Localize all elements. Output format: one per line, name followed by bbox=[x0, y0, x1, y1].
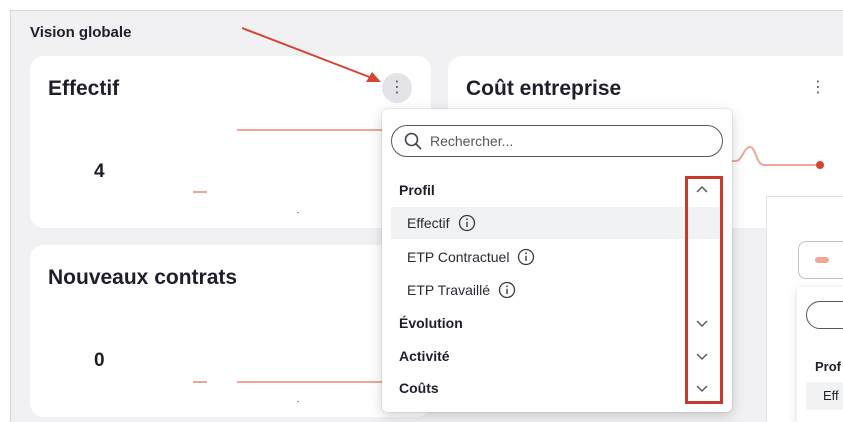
group-label: Coûts bbox=[399, 380, 439, 396]
effectif-value: 4 bbox=[94, 161, 105, 182]
effectif-trend-dash bbox=[193, 191, 207, 193]
info-icon[interactable] bbox=[458, 214, 476, 232]
group-profil[interactable]: Profil bbox=[391, 174, 723, 206]
section-title: Vision globale bbox=[30, 24, 132, 41]
chevron-down-icon bbox=[696, 320, 708, 327]
effectif-kebab-button[interactable]: ⋮ bbox=[382, 73, 412, 103]
menu-item-etp-travaille[interactable]: ETP Travaillé bbox=[391, 274, 723, 306]
group-couts[interactable]: Coûts bbox=[391, 372, 723, 404]
background-chip-button[interactable] bbox=[798, 241, 843, 279]
chevron-down-icon bbox=[696, 353, 708, 360]
info-icon[interactable] bbox=[517, 248, 535, 266]
legend-swatch bbox=[815, 257, 829, 263]
cout-card-title: Coût entreprise bbox=[466, 77, 622, 100]
search-input[interactable] bbox=[430, 133, 710, 149]
info-icon[interactable] bbox=[498, 281, 516, 299]
menu-item-label: ETP Contractuel bbox=[407, 249, 510, 265]
menu-item-effectif[interactable]: Effectif bbox=[391, 207, 723, 239]
dropdown-search bbox=[391, 125, 723, 157]
group-activite[interactable]: Activité bbox=[391, 340, 723, 372]
effectif-card-title: Effectif bbox=[48, 77, 120, 100]
nouveaux-trend-dash bbox=[193, 381, 207, 383]
group-label: Profil bbox=[399, 182, 435, 198]
cout-trend-line bbox=[732, 145, 824, 169]
chevron-up-icon bbox=[696, 186, 708, 193]
kebab-icon: ⋮ bbox=[810, 79, 826, 96]
background-group-label: Prof bbox=[815, 359, 841, 374]
nouveaux-card: Nouveaux contrats 0 bbox=[30, 245, 431, 417]
background-dropdown: Prof Eff bbox=[797, 287, 843, 422]
chevron-down-icon bbox=[696, 385, 708, 392]
menu-item-etp-contractuel[interactable]: ETP Contractuel bbox=[391, 241, 723, 273]
kebab-icon: ⋮ bbox=[389, 79, 405, 96]
menu-item-label: ETP Travaillé bbox=[407, 282, 490, 298]
menu-item-label: Effectif bbox=[407, 215, 450, 231]
nouveaux-card-title: Nouveaux contrats bbox=[48, 266, 238, 289]
search-icon bbox=[404, 132, 422, 150]
axis-tick bbox=[297, 212, 299, 213]
axis-tick bbox=[297, 401, 299, 402]
group-label: Activité bbox=[399, 348, 450, 364]
background-item-label: Eff bbox=[823, 388, 839, 403]
group-label: Évolution bbox=[399, 315, 463, 331]
effectif-card: Effectif ⋮ 4 bbox=[30, 56, 431, 228]
cout-kebab-button[interactable]: ⋮ bbox=[803, 73, 833, 103]
group-evolution[interactable]: Évolution bbox=[391, 307, 723, 339]
nouveaux-value: 0 bbox=[94, 350, 105, 371]
metric-dropdown-menu: Profil Effectif ETP Contractuel ETP Trav… bbox=[382, 109, 732, 412]
background-search-input[interactable] bbox=[806, 301, 843, 329]
